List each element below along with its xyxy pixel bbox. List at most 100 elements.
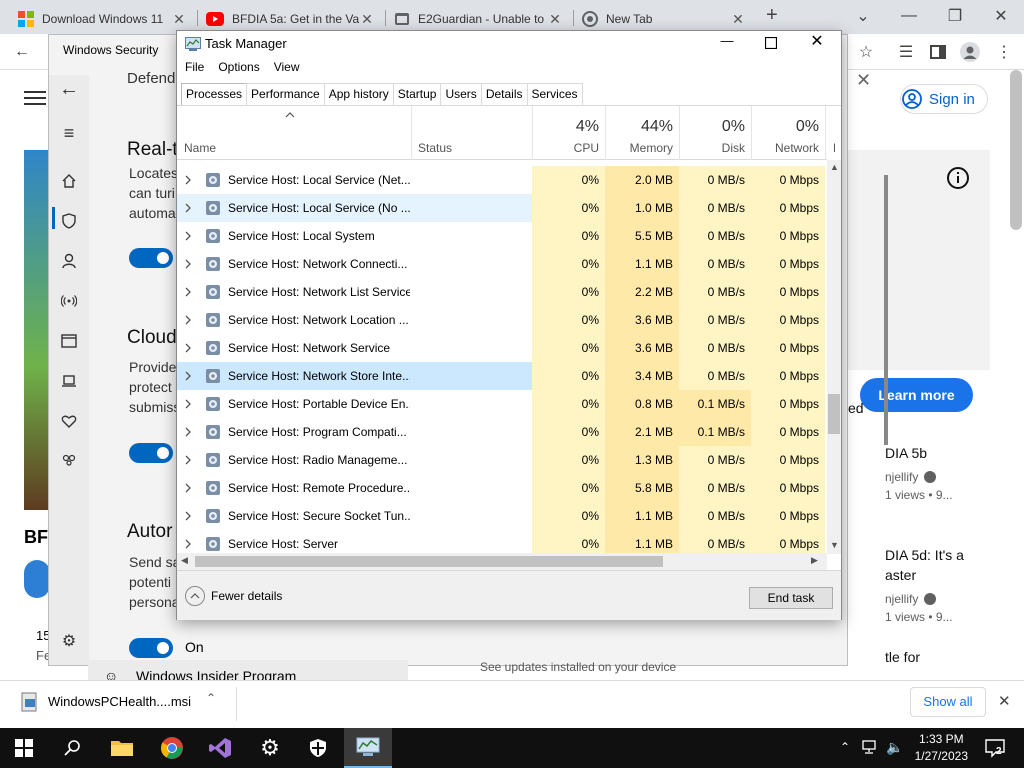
column-power-partial[interactable]: P [825, 106, 835, 160]
youtube-menu-icon[interactable] [24, 90, 46, 106]
more-menu-icon[interactable]: ⋮ [992, 40, 1016, 64]
process-row[interactable]: Service Host: Network Store Inte... 0% 3.4… [177, 362, 825, 390]
tab-users[interactable]: Users [440, 83, 482, 105]
network-icon[interactable] [862, 739, 880, 755]
column-cpu[interactable]: 4% CPU [532, 106, 605, 160]
start-windows-icon[interactable] [0, 728, 48, 768]
tab-download-windows[interactable]: Download Windows 11 ✕ [10, 4, 195, 34]
download-file-name[interactable]: WindowsPCHealth....msi [48, 694, 191, 709]
collapse-chevron-up-icon[interactable] [185, 586, 205, 606]
show-hidden-icons-chevron-icon[interactable]: ⌃ [840, 740, 850, 754]
device-security-laptop-icon[interactable] [59, 371, 79, 391]
page-scrollbar[interactable] [1010, 70, 1022, 230]
notification-center-icon[interactable] [984, 737, 1006, 759]
tab-processes[interactable]: Processes [181, 83, 248, 106]
settings-gear-icon[interactable]: ⚙ [246, 728, 294, 768]
close-tab-icon[interactable]: ✕ [171, 11, 187, 28]
device-health-heart-icon[interactable] [59, 411, 79, 431]
expand-chevron-icon[interactable] [184, 315, 194, 325]
learn-more-button[interactable]: Learn more [860, 378, 973, 412]
search-icon[interactable] [48, 728, 96, 768]
expand-chevron-icon[interactable] [184, 371, 194, 381]
tab-app-history[interactable]: App history [323, 83, 394, 105]
tab-details[interactable]: Details [480, 83, 528, 105]
info-icon[interactable] [946, 166, 970, 190]
process-row[interactable]: Service Host: Network List Service 0% 2.2 … [177, 278, 825, 306]
tab-services[interactable]: Services [526, 83, 583, 105]
channel-name[interactable]: njellify [885, 592, 918, 606]
restore-icon[interactable]: ❐ [932, 0, 978, 32]
hamburger-menu-icon[interactable]: ≡ [59, 123, 79, 143]
system-clock[interactable]: 1:33 PM 1/27/2023 [915, 731, 968, 765]
family-options-icon[interactable] [59, 451, 79, 471]
column-network[interactable]: 0% Network [751, 106, 825, 160]
real-time-protection-toggle[interactable] [129, 248, 173, 268]
expand-chevron-icon[interactable] [184, 427, 194, 437]
tab-search-icon[interactable]: ⌄ [840, 0, 886, 32]
process-row[interactable]: Service Host: Network Service 0% 3.6 MB 0 M… [177, 334, 825, 362]
close-window-icon[interactable]: ✕ [978, 0, 1024, 32]
channel-name[interactable]: njellify [885, 470, 918, 484]
home-icon[interactable] [59, 171, 79, 191]
file-explorer-icon[interactable] [98, 728, 146, 768]
process-row[interactable]: Service Host: Program Compati... 0% 2.1 MB… [177, 418, 825, 446]
side-panel-icon[interactable] [926, 40, 950, 64]
fewer-details-link[interactable]: Fewer details [211, 589, 282, 603]
new-tab-button[interactable]: + [766, 4, 778, 27]
tab-performance[interactable]: Performance [246, 83, 325, 105]
process-row[interactable]: Service Host: Local Service (Net... 0% 2.0… [177, 166, 825, 194]
expand-chevron-icon[interactable] [184, 399, 194, 409]
vertical-scroll-thumb[interactable] [828, 394, 840, 434]
sample-submission-toggle[interactable] [129, 638, 173, 658]
menu-options[interactable]: Options [218, 60, 259, 74]
download-options-chevron-icon[interactable]: ⌃ [206, 691, 216, 705]
settings-gear-icon[interactable]: ⚙ [59, 631, 79, 651]
horizontal-scroll-thumb[interactable] [195, 556, 663, 567]
column-name[interactable]: Name [184, 141, 216, 155]
video-title-line2[interactable]: aster [885, 567, 916, 583]
visual-studio-icon[interactable] [196, 728, 244, 768]
close-download-shelf-icon[interactable]: ✕ [998, 692, 1011, 710]
close-icon[interactable]: ✕ [805, 31, 829, 53]
process-row[interactable]: Service Host: Secure Socket Tun... 0% 1.1 … [177, 502, 825, 530]
vertical-scrollbar[interactable]: ▲ ▼ [827, 160, 841, 554]
dismiss-icon[interactable]: ✕ [856, 70, 871, 91]
scroll-up-arrow-icon[interactable]: ▲ [830, 162, 839, 172]
expand-chevron-icon[interactable] [184, 203, 194, 213]
column-memory[interactable]: 44% Memory [605, 106, 679, 160]
account-person-icon[interactable] [59, 251, 79, 271]
process-row[interactable]: Service Host: Server 0% 1.1 MB 0 MB/s 0 Mbps [177, 530, 825, 554]
sign-in-button[interactable]: Sign in [900, 84, 988, 114]
feed-scrollbar[interactable] [884, 175, 888, 445]
end-task-button[interactable]: End task [749, 587, 833, 609]
close-tab-icon[interactable]: ✕ [547, 11, 563, 28]
expand-chevron-icon[interactable] [184, 539, 194, 549]
volume-speaker-icon[interactable]: 🔈 [886, 739, 903, 756]
maximize-icon[interactable] [761, 34, 781, 54]
profile-avatar-icon[interactable] [958, 40, 982, 64]
expand-chevron-icon[interactable] [184, 511, 194, 521]
horizontal-scrollbar[interactable]: ◀ ▶ [177, 553, 827, 570]
windows-security-icon[interactable] [294, 728, 342, 768]
expand-chevron-icon[interactable] [184, 259, 194, 269]
expand-chevron-icon[interactable] [184, 343, 194, 353]
expand-chevron-icon[interactable] [184, 483, 194, 493]
process-row[interactable]: Service Host: Local System 0% 5.5 MB 0 MB/s… [177, 222, 825, 250]
minimize-icon[interactable]: — [886, 0, 932, 32]
show-all-button[interactable]: Show all [910, 687, 986, 717]
minimize-icon[interactable]: — [715, 33, 739, 53]
process-row[interactable]: Service Host: Radio Manageme... 0% 1.3 MB 0… [177, 446, 825, 474]
video-title[interactable]: DIA 5d: It's a [885, 547, 964, 563]
menu-view[interactable]: View [274, 60, 300, 74]
back-arrow-icon[interactable]: ← [59, 78, 79, 100]
column-disk[interactable]: 0% Disk [679, 106, 751, 160]
app-browser-control-icon[interactable] [59, 331, 79, 351]
process-row[interactable]: Service Host: Remote Procedure... 0% 5.8 M… [177, 474, 825, 502]
task-manager-icon[interactable] [344, 728, 392, 768]
scroll-right-arrow-icon[interactable]: ▶ [811, 555, 818, 566]
tab-startup[interactable]: Startup [392, 83, 442, 105]
video-title[interactable]: DIA 5b [885, 445, 927, 461]
channel-avatar[interactable] [24, 560, 50, 598]
virus-protection-shield-icon[interactable] [59, 211, 79, 231]
updates-text[interactable]: See updates installed on your device [480, 660, 676, 674]
